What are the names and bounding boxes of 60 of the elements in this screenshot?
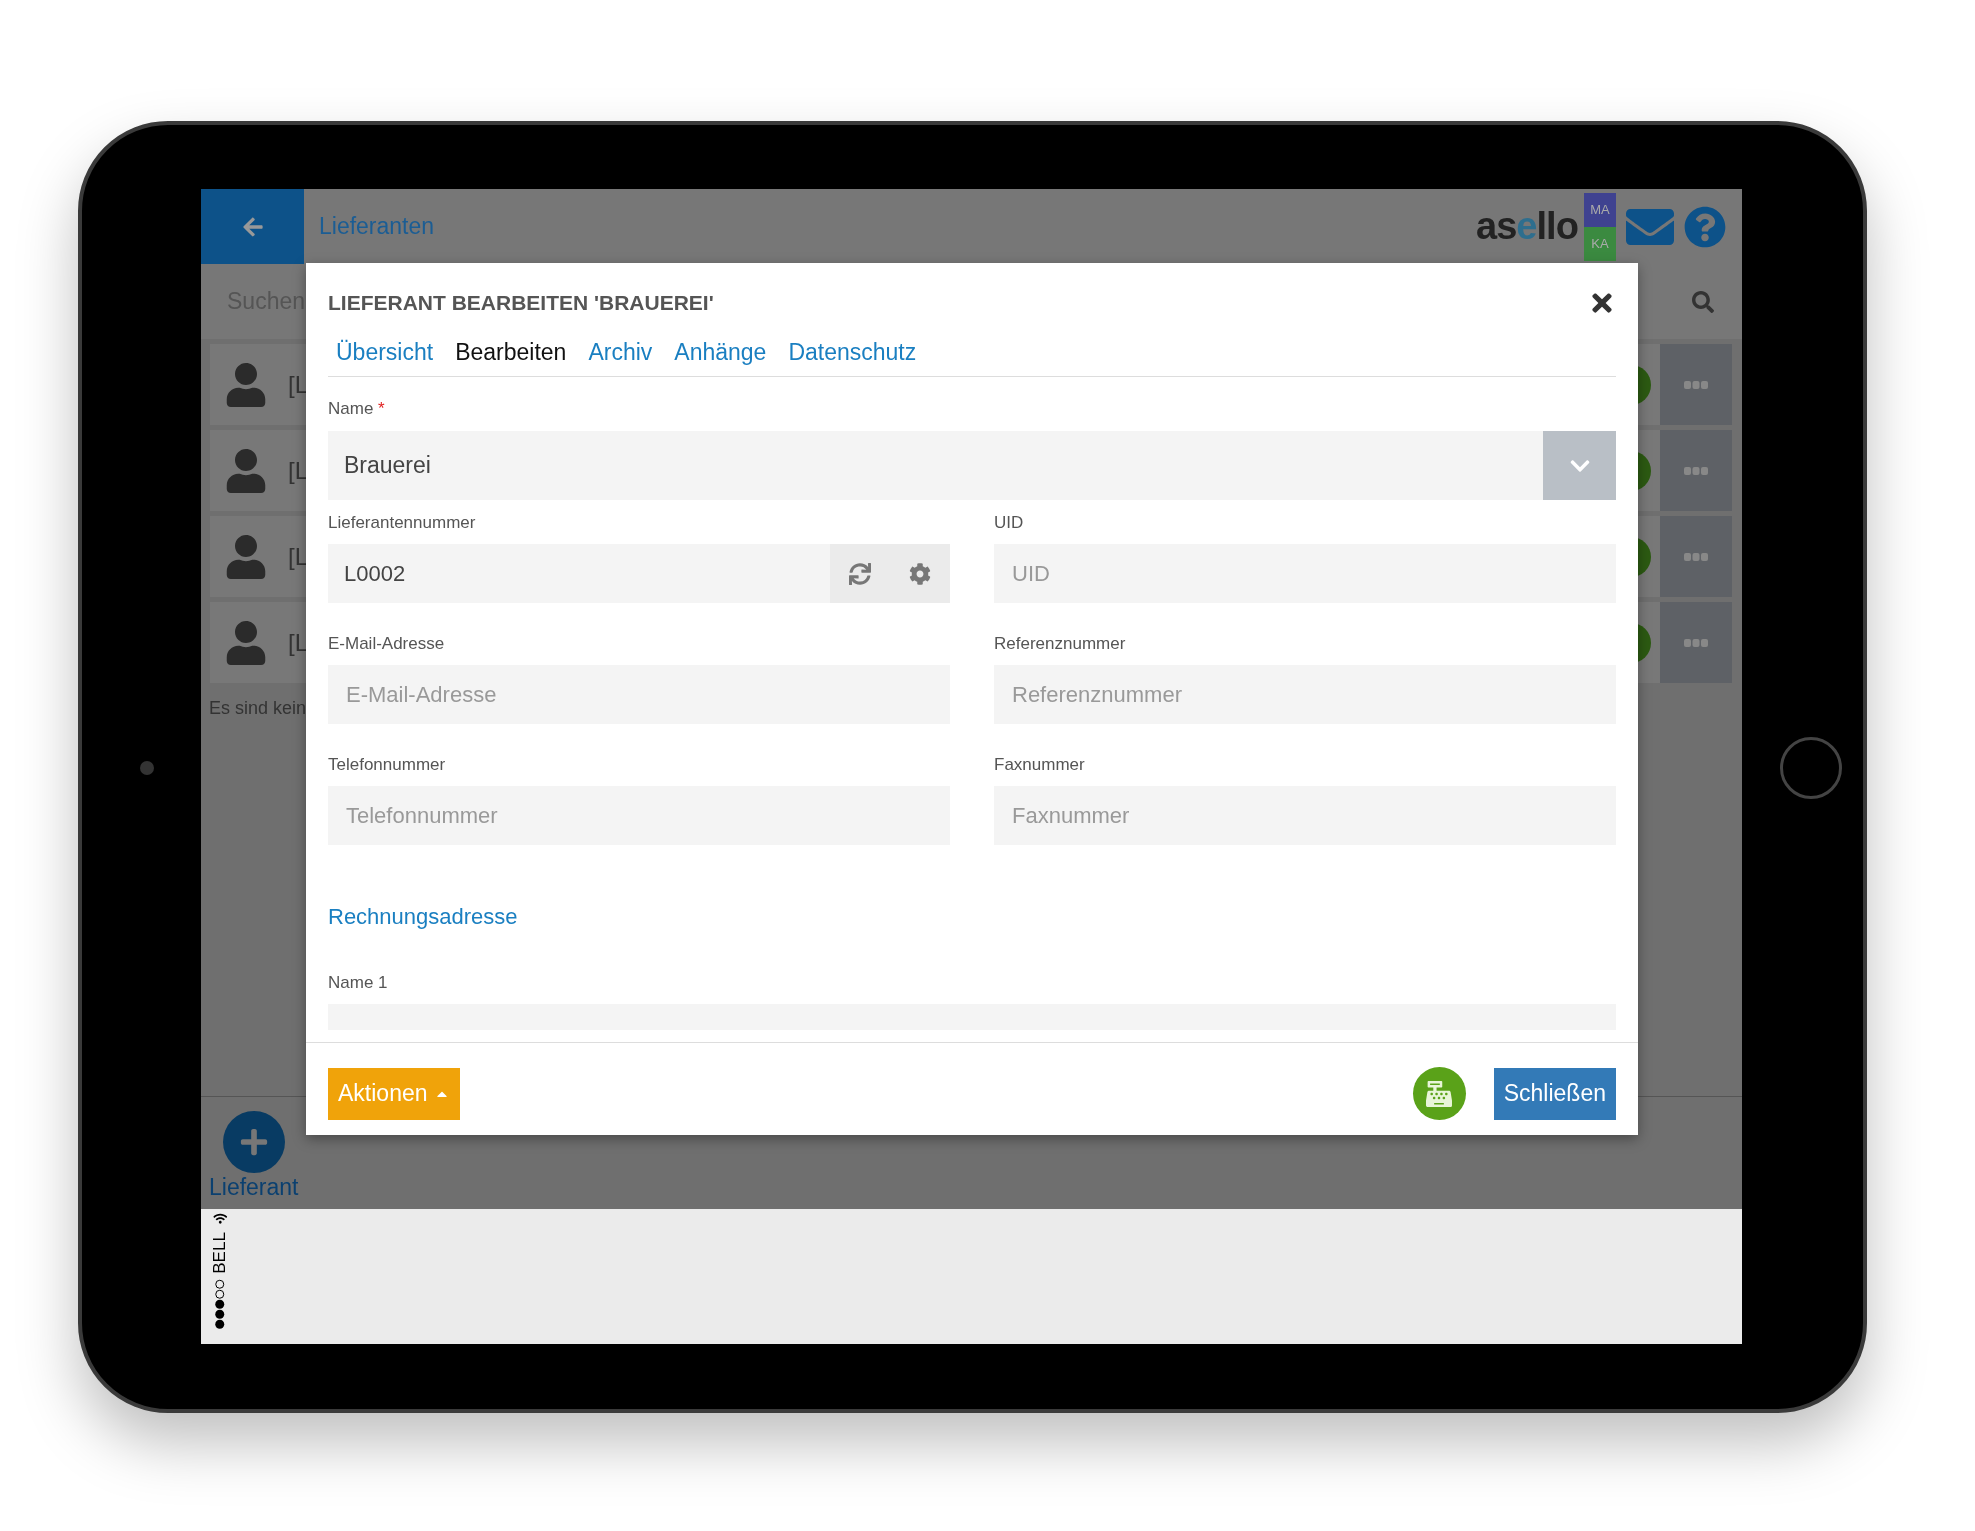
close-button[interactable]: Schließen [1493,1067,1616,1120]
more-button[interactable] [1660,344,1732,425]
field-label: Faxnummer [994,755,1085,775]
ellipsis-icon [1684,380,1708,389]
field-label: E-Mail-Adresse [328,634,445,654]
person-icon [224,534,268,579]
input-field[interactable]: Referenznummer [994,665,1616,724]
back-button[interactable] [201,189,304,264]
refresh-button[interactable] [830,544,890,603]
empty-message: Es sind kein [209,697,307,720]
cash-register-icon [1426,1080,1453,1107]
carrier-name: BELL [209,1232,231,1274]
row-label: [L [288,541,308,572]
logo: asello [1475,204,1578,249]
tab[interactable]: Anhänge [674,337,767,367]
row-label: [L [288,627,308,658]
more-button[interactable] [1660,602,1732,683]
page-title: Lieferanten [319,212,435,242]
gear-icon [909,562,931,585]
search-icon[interactable] [1692,290,1714,313]
chevron-icon[interactable] [1543,431,1616,500]
settings-button[interactable] [890,544,950,603]
ellipsis-icon [1684,466,1708,475]
field-label: Telefonnummer [328,755,446,775]
ellipsis-icon [1684,552,1708,561]
refresh-icon [849,562,871,585]
home-button[interactable] [1780,737,1842,799]
field-label: UID [994,513,1024,533]
more-button[interactable] [1660,516,1732,597]
input-field[interactable]: E-Mail-Adresse [328,665,950,724]
field-label: Lieferantennummer [328,513,476,533]
dialog-title: LIEFERANT BEARBEITEN 'BRAUEREI' [328,290,714,316]
signal-icon [215,1279,225,1329]
input-field[interactable]: UID [994,544,1616,603]
row-label: [L [288,369,308,400]
field-label: Name 1 [328,973,388,993]
person-icon [224,362,268,407]
number-field[interactable]: L0002 [328,544,830,603]
plus-icon [238,1127,269,1157]
back-arrow-icon [241,215,264,238]
help-icon[interactable] [1684,205,1726,248]
field-label: Referenznummer [994,634,1126,654]
input-field[interactable]: Telefonnummer [328,786,950,845]
section-heading: Rechnungsadresse [328,903,518,931]
tab[interactable]: Archiv [588,337,653,367]
ellipsis-icon [1684,638,1708,647]
more-button[interactable] [1660,430,1732,511]
tab[interactable]: Datenschutz [788,337,917,367]
row-label: [L [288,455,308,486]
cash-register-button[interactable] [1412,1067,1466,1120]
wifi-icon [213,1212,227,1227]
user-badge[interactable]: MA [1584,192,1616,227]
person-icon [224,620,268,665]
person-icon [224,448,268,493]
camera-icon [140,761,154,775]
input-field[interactable]: Faxnummer [994,786,1616,845]
tab[interactable]: Bearbeiten [455,337,567,367]
field-label: Name * [328,399,385,419]
tab[interactable]: Übersicht [336,337,434,367]
name-select[interactable]: Brauerei [328,431,1616,500]
